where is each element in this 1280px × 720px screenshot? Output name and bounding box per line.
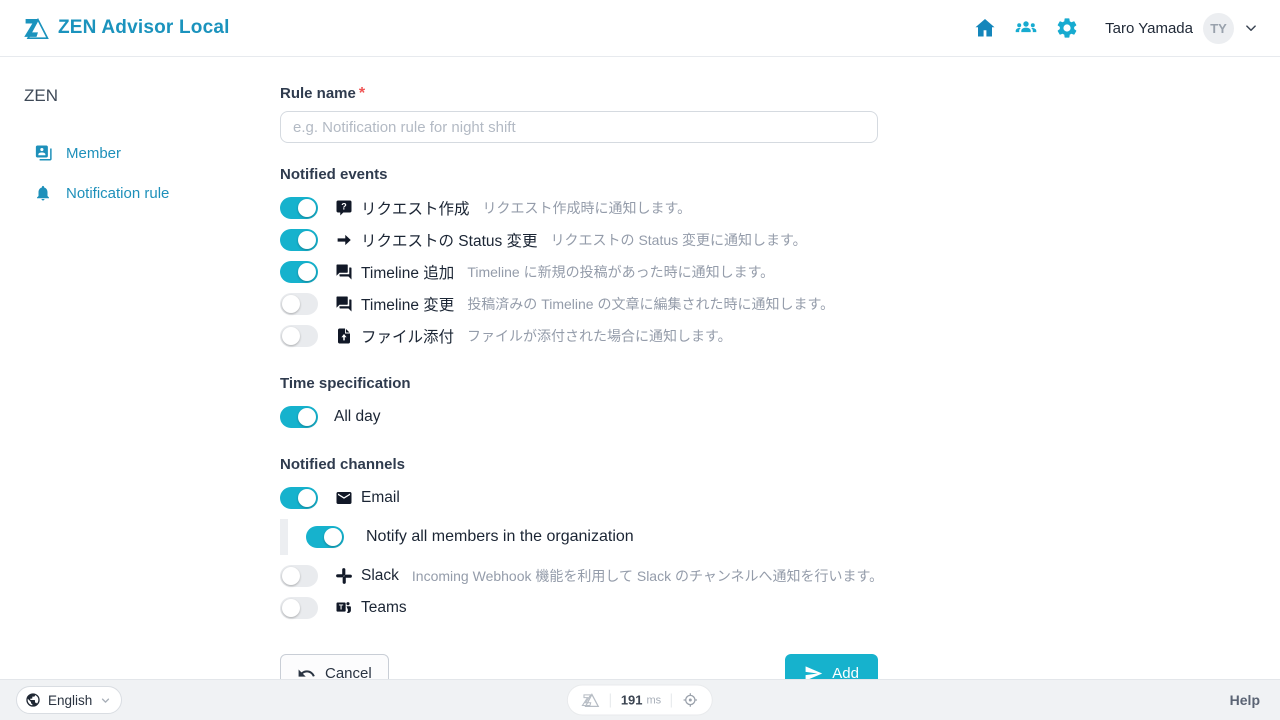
event-description: ファイルが添付された場合に通知します。 [467, 326, 732, 346]
channel-label: Email [361, 489, 400, 507]
user-name: Taro Yamada [1105, 20, 1193, 37]
toggle-email[interactable] [280, 487, 318, 509]
channel-row-email: Email [280, 482, 878, 514]
required-asterisk: * [359, 85, 365, 102]
channel-row-teams: T Teams [280, 592, 878, 624]
event-row-request-status-change: リクエストの Status 変更 リクエストの Status 変更に通知します。 [280, 224, 878, 256]
arrow-right-icon [335, 231, 353, 249]
globe-icon [25, 692, 41, 708]
toggle-teams[interactable] [280, 597, 318, 619]
sidebar-item-notification-rule[interactable]: Notification rule [24, 173, 280, 213]
toggle-request-create[interactable] [280, 197, 318, 219]
chat-bubbles-icon [335, 295, 353, 313]
avatar[interactable]: TY [1203, 13, 1234, 44]
rule-name-label: Rule name [280, 85, 356, 102]
sidebar-item-member[interactable]: Member [24, 133, 280, 173]
toggle-timeline-add[interactable] [280, 261, 318, 283]
channel-description: Incoming Webhook 機能を利用して Slack のチャンネルへ通知… [412, 566, 883, 586]
channel-label: Slack [361, 567, 399, 585]
chat-bubbles-icon [335, 263, 353, 281]
event-label: リクエストの Status 変更 [361, 229, 538, 251]
svg-text:T: T [339, 603, 344, 611]
notified-events-label: Notified events [280, 166, 878, 183]
teams-icon: T [335, 599, 353, 617]
zen-logo-icon [22, 15, 49, 42]
app-header: ZEN Advisor Local Taro Yamada TY [0, 0, 1280, 57]
event-row-request-create: ? リクエスト作成 リクエスト作成時に通知します。 [280, 192, 878, 224]
latency-value: 191 [621, 693, 643, 708]
chevron-down-icon [99, 694, 112, 707]
sidebar-section-title: ZEN [24, 86, 280, 106]
file-attach-icon [335, 327, 353, 345]
bell-icon [34, 184, 52, 202]
event-description: 投稿済みの Timeline の文章に編集された時に通知します。 [467, 294, 834, 314]
notification-rule-form: Rule name* Notified events ? リクエスト作成 リクエ… [280, 57, 878, 679]
all-day-row: All day [280, 401, 878, 433]
notify-all-label: Notify all members in the organization [366, 528, 634, 546]
footer: English 191 ms Help [0, 679, 1280, 720]
event-label: ファイル添付 [361, 325, 454, 347]
event-label: リクエスト作成 [361, 197, 470, 219]
event-row-file-attach: ファイル添付 ファイルが添付された場合に通知します。 [280, 320, 878, 352]
slack-icon [335, 567, 353, 585]
language-selector[interactable]: English [16, 686, 122, 714]
help-link[interactable]: Help [1230, 692, 1260, 708]
event-description: Timeline に新規の投稿があった時に通知します。 [467, 262, 774, 282]
event-description: リクエスト作成時に通知します。 [483, 198, 692, 218]
notified-channels-label: Notified channels [280, 456, 878, 473]
time-specification-label: Time specification [280, 375, 878, 392]
event-row-timeline-add: Timeline 追加 Timeline に新規の投稿があった時に通知します。 [280, 256, 878, 288]
divider [671, 693, 672, 707]
latency-status[interactable]: 191 ms [568, 686, 712, 715]
divider [610, 693, 611, 707]
email-icon [335, 489, 353, 507]
crosshair-icon [682, 692, 699, 709]
channel-label: Teams [361, 599, 407, 617]
toggle-file-attach[interactable] [280, 325, 318, 347]
language-label: English [48, 693, 92, 708]
event-description: リクエストの Status 変更に通知します。 [551, 230, 807, 250]
zen-logo-gray-icon [581, 691, 600, 710]
latency-unit: ms [647, 694, 662, 706]
app-title: ZEN Advisor Local [58, 17, 230, 39]
people-icon[interactable] [1014, 16, 1038, 40]
chevron-down-icon[interactable] [1242, 19, 1260, 37]
rule-name-input[interactable] [280, 111, 878, 143]
toggle-notify-all[interactable] [306, 526, 344, 548]
svg-text:?: ? [341, 202, 347, 212]
sidebar-item-label: Notification rule [66, 185, 169, 202]
toggle-timeline-edit[interactable] [280, 293, 318, 315]
member-card-icon [34, 144, 52, 162]
indent-bar [280, 519, 288, 555]
gear-icon[interactable] [1055, 16, 1079, 40]
toggle-all-day[interactable] [280, 406, 318, 428]
home-icon[interactable] [973, 16, 997, 40]
sidebar-item-label: Member [66, 145, 121, 162]
event-label: Timeline 追加 [361, 261, 454, 283]
event-label: Timeline 変更 [361, 293, 454, 315]
notify-all-row: Notify all members in the organization [280, 519, 878, 555]
app-logo-link[interactable]: ZEN Advisor Local [22, 15, 230, 42]
toggle-request-status-change[interactable] [280, 229, 318, 251]
channel-row-slack: Slack Incoming Webhook 機能を利用して Slack のチャ… [280, 560, 878, 592]
event-row-timeline-edit: Timeline 変更 投稿済みの Timeline の文章に編集された時に通知… [280, 288, 878, 320]
sidebar: ZEN Member Notification rule [0, 57, 280, 679]
toggle-slack[interactable] [280, 565, 318, 587]
all-day-label: All day [334, 408, 381, 426]
speech-question-icon: ? [335, 199, 353, 217]
